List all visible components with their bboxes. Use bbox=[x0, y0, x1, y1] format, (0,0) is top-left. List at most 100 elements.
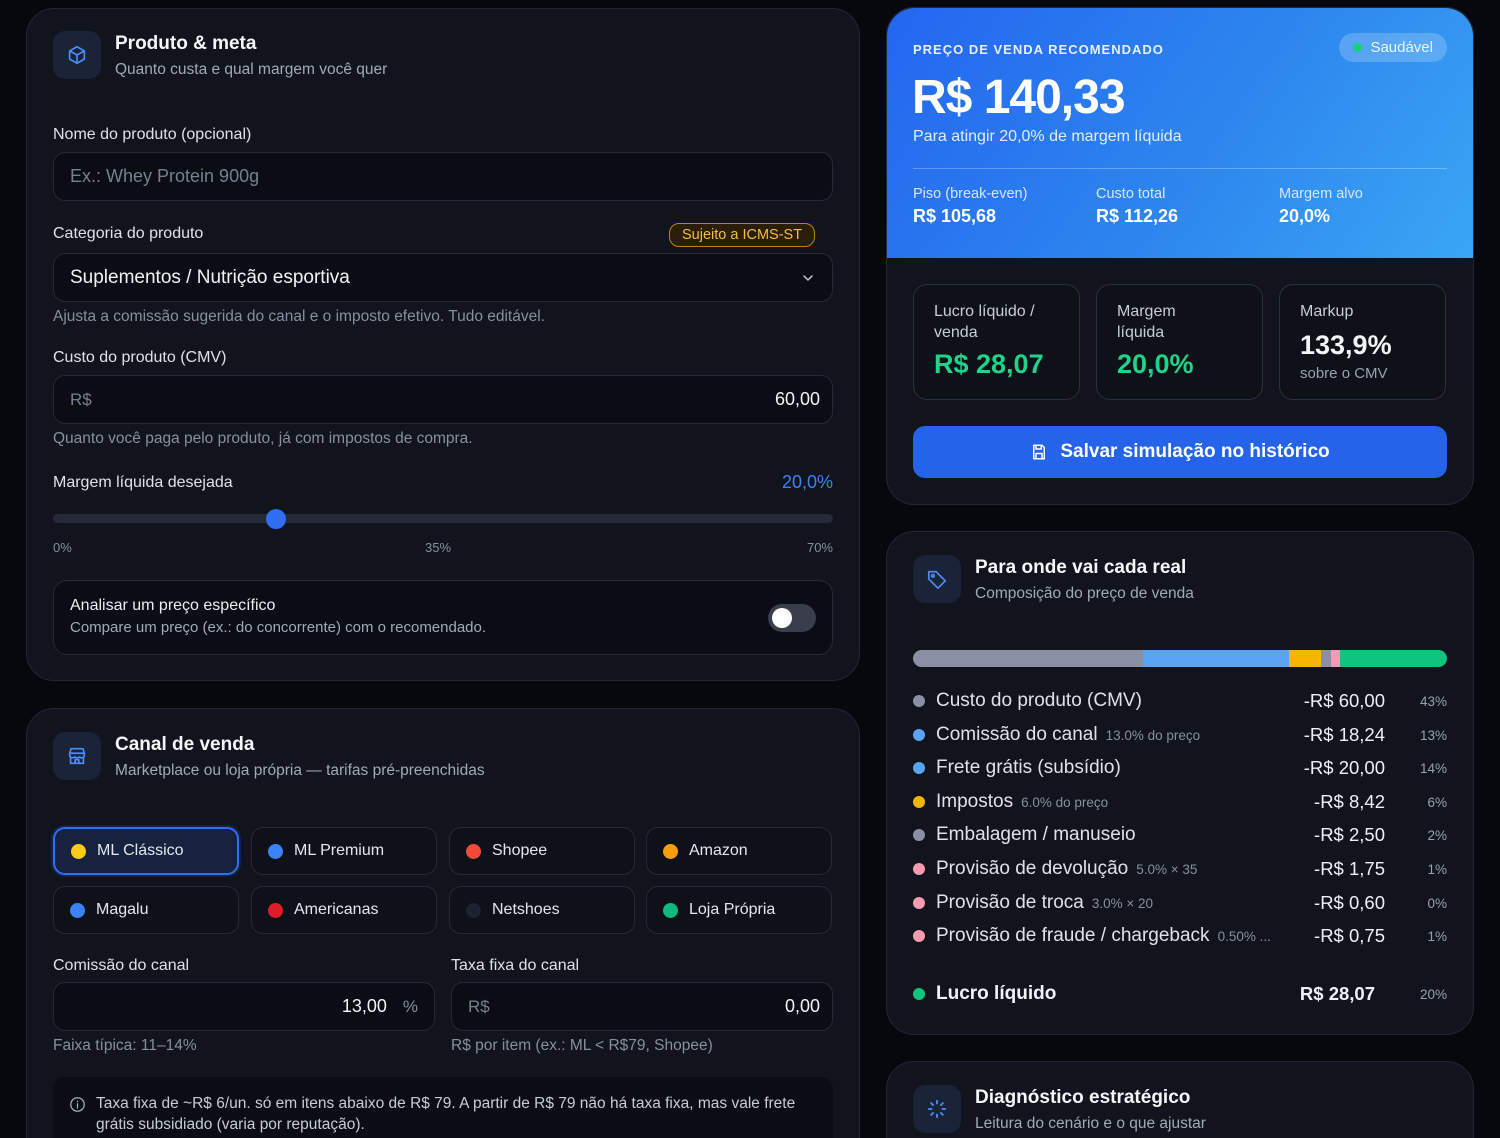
channel-info-box: Taxa fixa de ~R$ 6/un. só em itens abaix… bbox=[53, 1077, 833, 1138]
breakdown-note: 3.0% × 20 bbox=[1091, 895, 1154, 911]
profit-value: R$ 28,07 bbox=[1299, 983, 1375, 1004]
breakdown-label: Impostos bbox=[936, 791, 1014, 812]
breakdown-value: -R$ 20,00 bbox=[1303, 757, 1385, 778]
channel-option[interactable]: Amazon bbox=[646, 827, 832, 875]
hero-stat-value: 20,0% bbox=[1279, 206, 1331, 226]
box-icon bbox=[53, 31, 101, 79]
breakdown-value: -R$ 0,75 bbox=[1314, 925, 1385, 946]
breakdown-row: Frete grátis (subsídio) -R$ 20,00 14% bbox=[913, 756, 1447, 780]
save-icon bbox=[1033, 444, 1046, 460]
breakdown-row-profit: Lucro líquido R$ 28,07 20% bbox=[913, 982, 1447, 1006]
loader-icon bbox=[913, 1085, 961, 1133]
channel-option[interactable]: Americanas bbox=[251, 886, 437, 934]
metric-value: R$ 28,07 bbox=[934, 349, 1044, 379]
breakdown-note: 13.0% do preço bbox=[1105, 727, 1201, 743]
breakdown-note: 6.0% do preço bbox=[1021, 794, 1109, 810]
breakdown-dot bbox=[913, 930, 925, 942]
slider-tick-min: 0% bbox=[53, 540, 72, 555]
profit-label: Lucro líquido bbox=[936, 983, 1057, 1004]
channel-color-dot bbox=[268, 843, 283, 859]
metric-value: 133,9% bbox=[1300, 330, 1392, 360]
category-hint: Ajusta a comissão sugerida do canal e o … bbox=[53, 308, 545, 325]
breakdown-dot bbox=[913, 695, 925, 707]
channel-option[interactable]: Loja Própria bbox=[646, 886, 832, 934]
channel-option[interactable]: Magalu bbox=[53, 886, 239, 934]
channel-color-dot bbox=[71, 843, 86, 859]
breakdown-row: Provisão de fraude / chargeback 0.50% ...… bbox=[913, 924, 1447, 948]
commission-input[interactable]: 13,00 % bbox=[53, 982, 435, 1031]
metric-label: Margem líquida bbox=[1117, 303, 1176, 341]
channel-color-dot bbox=[466, 902, 481, 918]
breakdown-row: Impostos 6.0% do preço -R$ 8,42 6% bbox=[913, 790, 1447, 814]
margin-slider[interactable] bbox=[53, 514, 833, 523]
breakdown-label: Comissão do canal bbox=[936, 724, 1098, 745]
breakdown-label: Embalagem / manuseio bbox=[936, 824, 1136, 845]
hero-stat-value: R$ 112,26 bbox=[1096, 206, 1179, 226]
category-selected-value: Suplementos / Nutrição esportiva bbox=[70, 266, 350, 288]
cost-hint: Quanto você paga pelo produto, já com im… bbox=[53, 430, 473, 447]
breakdown-pct: 2% bbox=[1427, 827, 1447, 843]
product-name-placeholder: Ex.: Whey Protein 900g bbox=[70, 166, 260, 186]
diagnosis-card-header: Diagnóstico estratégico Leitura do cenár… bbox=[913, 1085, 1206, 1136]
icms-st-badge: Sujeito a ICMS-ST bbox=[669, 223, 816, 247]
breakdown-value: -R$ 0,60 bbox=[1314, 892, 1385, 913]
breakdown-row: Provisão de devolução 5.0% × 35 -R$ 1,75 1% bbox=[913, 857, 1447, 881]
channel-option[interactable]: Shopee bbox=[449, 827, 635, 875]
channel-option[interactable]: Netshoes bbox=[449, 886, 635, 934]
channel-card-title: Canal de venda bbox=[115, 734, 255, 755]
channel-color-dot bbox=[466, 843, 481, 859]
cost-input[interactable]: R$ 60,00 bbox=[53, 375, 833, 424]
fixed-fee-input[interactable]: R$ 0,00 bbox=[451, 982, 833, 1031]
breakdown-pct: 6% bbox=[1427, 794, 1447, 810]
hero-stat-label: Margem alvo bbox=[1279, 186, 1363, 202]
profit-dot bbox=[913, 988, 925, 1000]
commission-value: 13,00 bbox=[341, 996, 387, 1016]
hero-stat-label: Custo total bbox=[1096, 186, 1166, 202]
category-label: Categoria do produto bbox=[53, 225, 204, 242]
breakdown-value: -R$ 60,00 bbox=[1303, 690, 1385, 711]
commission-label: Comissão do canal bbox=[53, 957, 190, 974]
breakdown-dot bbox=[913, 729, 925, 741]
recommended-price-hero: PREÇO DE VENDA RECOMENDADO Saudável R$ 1… bbox=[887, 8, 1473, 258]
breakdown-dot bbox=[913, 863, 925, 875]
channel-option[interactable]: ML Clássico bbox=[53, 827, 239, 875]
hero-stat-total-cost: Custo total R$ 112,26 bbox=[1096, 186, 1178, 227]
product-card: Produto & meta Quanto custa e qual marge… bbox=[26, 8, 860, 681]
cost-label: Custo do produto (CMV) bbox=[53, 349, 227, 366]
breakdown-label: Provisão de fraude / chargeback bbox=[936, 925, 1210, 946]
channel-option[interactable]: ML Premium bbox=[251, 827, 437, 875]
composition-bar-segment bbox=[1142, 650, 1289, 667]
channel-info-text: Taxa fixa de ~R$ 6/un. só em itens abaix… bbox=[96, 1095, 796, 1133]
health-status-badge: Saudável bbox=[1339, 33, 1447, 62]
breakdown-dot bbox=[913, 829, 925, 841]
hero-stat-label: Piso (break-even) bbox=[913, 186, 1028, 202]
analyze-price-toggle[interactable] bbox=[768, 604, 816, 632]
breakdown-dot bbox=[913, 796, 925, 808]
toggle-knob bbox=[772, 608, 792, 628]
save-simulation-button[interactable]: Salvar simulação no histórico bbox=[913, 426, 1447, 478]
fixed-fee-label: Taxa fixa do canal bbox=[451, 957, 580, 974]
breakdown-pct: 43% bbox=[1419, 693, 1447, 709]
channel-card: Canal de venda Marketplace ou loja própr… bbox=[26, 708, 860, 1138]
cost-currency-prefix: R$ bbox=[70, 389, 92, 409]
diagnosis-card-subtitle: Leitura do cenário e o que ajustar bbox=[975, 1115, 1206, 1132]
margin-slider-thumb[interactable] bbox=[265, 509, 286, 529]
metric-value: 20,0% bbox=[1117, 349, 1194, 379]
channel-color-dot bbox=[70, 902, 85, 918]
chevron-down-icon bbox=[800, 270, 816, 286]
breakdown-row: Embalagem / manuseio -R$ 2,50 2% bbox=[913, 823, 1447, 847]
category-select[interactable]: Suplementos / Nutrição esportiva bbox=[53, 253, 833, 302]
breakdown-card-title: Para onde vai cada real bbox=[975, 557, 1187, 578]
channel-option-label: Amazon bbox=[689, 842, 748, 859]
product-name-input[interactable]: Ex.: Whey Protein 900g bbox=[53, 152, 833, 201]
recommended-price: R$ 140,33 bbox=[912, 71, 1126, 124]
channel-option-label: Loja Própria bbox=[689, 901, 776, 918]
analyze-price-subtitle: Compare um preço (ex.: do concorrente) c… bbox=[70, 619, 487, 636]
diagnosis-card-title: Diagnóstico estratégico bbox=[975, 1087, 1191, 1108]
breakdown-value: -R$ 8,42 bbox=[1314, 791, 1385, 812]
fixed-fee-hint: R$ por item (ex.: ML < R$79, Shopee) bbox=[451, 1037, 713, 1054]
percent-suffix: % bbox=[402, 996, 418, 1016]
channel-card-header: Canal de venda Marketplace ou loja própr… bbox=[53, 732, 485, 783]
breakdown-note: 0.50% ... bbox=[1217, 928, 1271, 944]
breakdown-card-header: Para onde vai cada real Composição do pr… bbox=[913, 555, 1194, 606]
